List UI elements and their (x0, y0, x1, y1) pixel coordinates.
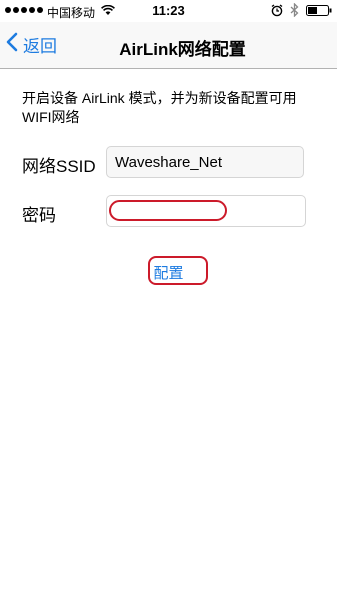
bluetooth-icon (290, 2, 299, 20)
app-screen: 中国移动 11:23 返回 AirLink网络配置 开启设备 AirLink 模… (0, 0, 337, 599)
status-time: 11:23 (152, 3, 185, 18)
configure-button[interactable]: 配置 (0, 262, 337, 283)
configure-button-label: 配置 (153, 265, 184, 282)
password-label: 密码 (22, 206, 56, 225)
ssid-field[interactable]: Waveshare_Net (106, 146, 304, 178)
navigation-bar: 返回 AirLink网络配置 (0, 22, 337, 69)
battery-icon (306, 5, 332, 19)
alarm-icon (271, 4, 283, 20)
instructions-text: 开启设备 AirLink 模式，并为新设备配置可用WIFI网络 (22, 90, 297, 125)
page-title: AirLink网络配置 (119, 40, 246, 59)
status-bar: 中国移动 11:23 (0, 0, 337, 22)
page-title-wrap: AirLink网络配置 (0, 35, 337, 60)
password-field[interactable] (106, 195, 306, 227)
ssid-label: 网络SSID (22, 157, 96, 176)
